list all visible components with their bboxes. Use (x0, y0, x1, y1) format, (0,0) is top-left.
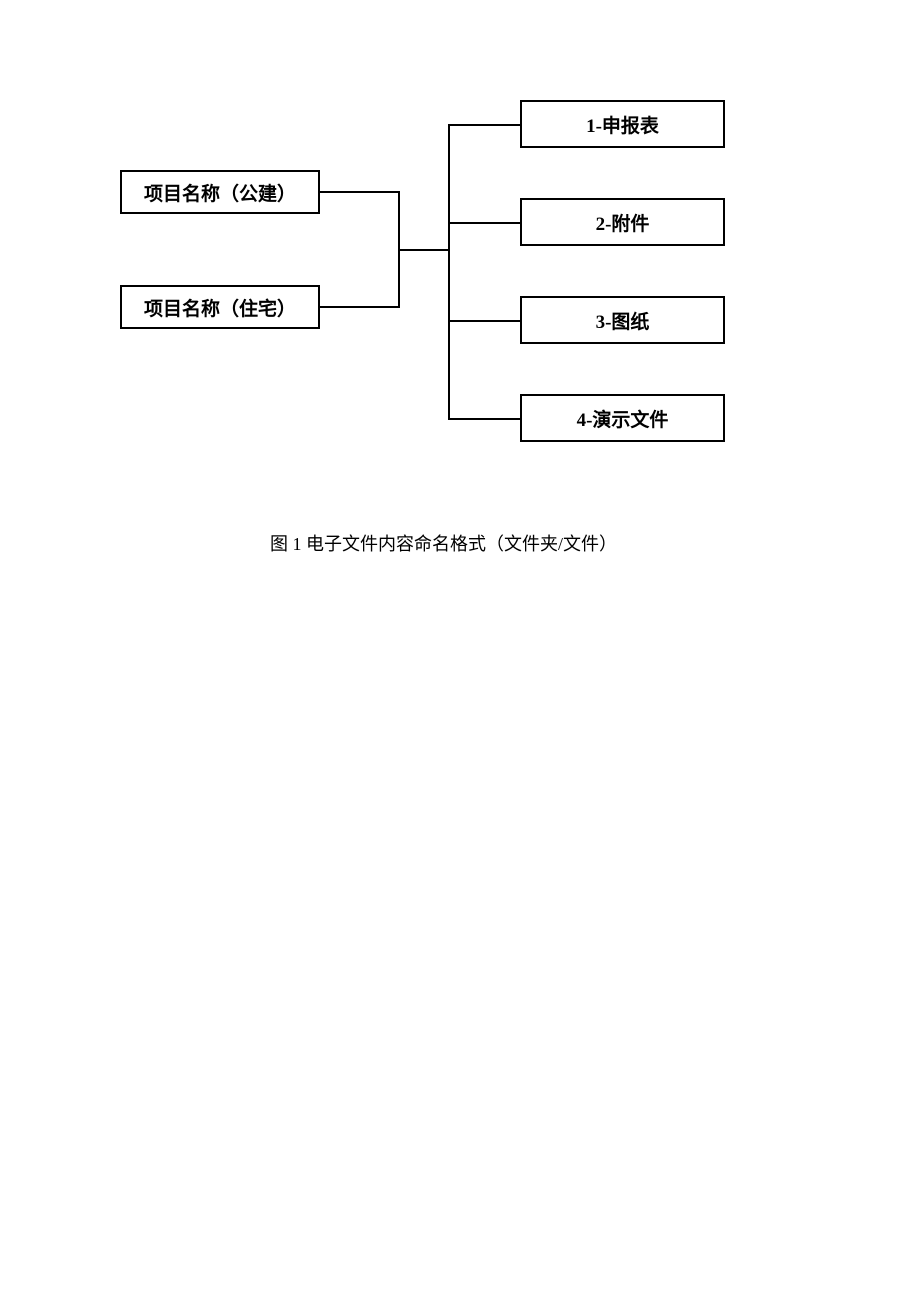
right-node-label: 3-图纸 (596, 307, 650, 334)
left-node-label: 项目名称（住宅） (144, 294, 296, 321)
left-node-label: 项目名称（公建） (144, 179, 296, 206)
connector-line (398, 249, 450, 251)
connector-line (448, 222, 520, 224)
connector-line (320, 306, 400, 308)
connector-line (448, 320, 520, 322)
figure-caption: 图 1 电子文件内容命名格式（文件夹/文件） (270, 530, 650, 559)
right-node-label: 2-附件 (596, 209, 650, 236)
connector-line (320, 191, 400, 193)
connector-line (448, 418, 520, 420)
connector-line (448, 124, 520, 126)
left-node-gongjian: 项目名称（公建） (120, 170, 320, 214)
left-node-zhuzhai: 项目名称（住宅） (120, 285, 320, 329)
right-node-label: 4-演示文件 (577, 405, 669, 432)
right-node-label: 1-申报表 (586, 111, 659, 138)
right-node-shenbaobiao: 1-申报表 (520, 100, 725, 148)
caption-text: 图 1 电子文件内容命名格式（文件夹/文件） (270, 534, 617, 554)
hierarchy-diagram: 项目名称（公建） 项目名称（住宅） 1-申报表 2-附件 3-图纸 4-演示文件 (120, 100, 800, 480)
right-node-fujian: 2-附件 (520, 198, 725, 246)
right-node-tuzhi: 3-图纸 (520, 296, 725, 344)
connector-line (448, 124, 450, 420)
right-node-yanshi: 4-演示文件 (520, 394, 725, 442)
